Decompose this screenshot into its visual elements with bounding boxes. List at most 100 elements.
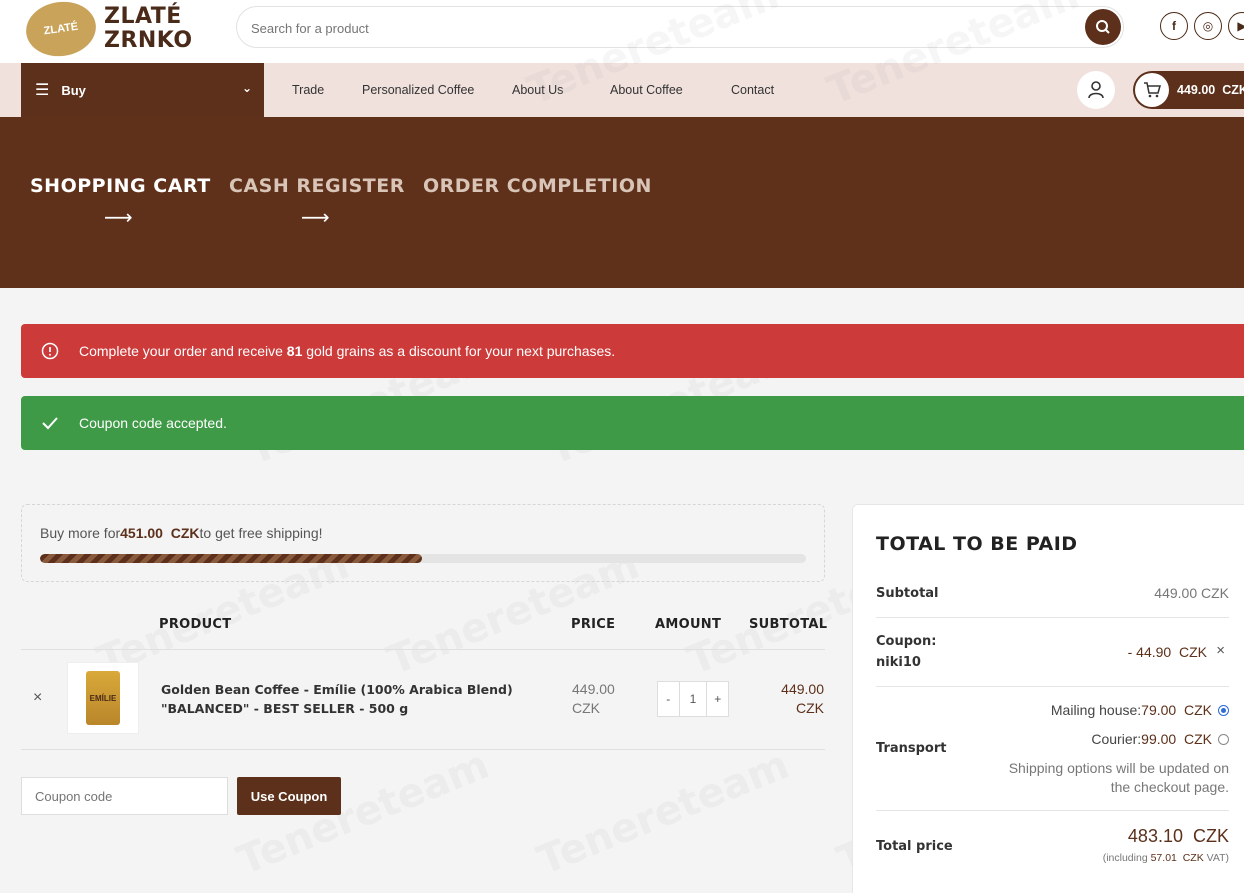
divider <box>21 649 825 650</box>
coupon-label: Coupon: <box>876 634 937 649</box>
free-shipping-prefix: Buy more for <box>40 525 121 541</box>
vat-note: (including 57.01 CZK VAT) <box>1103 852 1229 864</box>
cart-icon <box>1135 73 1169 107</box>
logo-badge-text: ZLATÉ <box>42 20 79 37</box>
free-shipping-text: Buy more for451.00 CZKto get free shippi… <box>40 525 323 541</box>
free-shipping-box: Buy more for451.00 CZKto get free shippi… <box>21 504 825 582</box>
nav-item-trade[interactable]: Trade <box>292 83 324 97</box>
remove-item-button[interactable]: × <box>33 689 42 707</box>
social-links: f ◎ ▶ <box>1160 12 1244 40</box>
item-price: 449.00 CZK <box>572 680 615 718</box>
nav-item-about-coffee[interactable]: About Coffee <box>610 83 683 97</box>
shipping-note: Shipping options will be updated on the … <box>1009 759 1229 797</box>
item-subtotal: 449.00 CZK <box>760 680 824 718</box>
reward-prefix: Complete your order and receive <box>79 343 287 359</box>
watermark: Tenereteam <box>531 741 796 885</box>
column-header-amount: AMOUNT <box>655 617 722 632</box>
youtube-icon[interactable]: ▶ <box>1228 12 1244 40</box>
quantity-increase-button[interactable]: + <box>707 682 728 716</box>
use-coupon-button[interactable]: Use Coupon <box>237 777 341 815</box>
quantity-stepper: - 1 + <box>657 681 729 717</box>
progress-fill <box>40 554 423 563</box>
checkout-steps-banner: SHOPPING CART ⟶ CASH REGISTER ⟶ ORDER CO… <box>0 117 1244 288</box>
remove-coupon-button[interactable]: × <box>1216 642 1225 659</box>
coupon-accepted-text: Coupon code accepted. <box>79 415 227 431</box>
shipping-option-mailing-house[interactable]: Mailing house:79.00 CZK <box>1051 702 1229 718</box>
user-icon <box>1088 81 1104 99</box>
courier-label: Courier: <box>1091 731 1142 747</box>
mailing-house-price: 79.00 <box>1141 702 1177 718</box>
coupon-code: niki10 <box>876 655 921 670</box>
free-shipping-suffix: to get free shipping! <box>199 525 323 541</box>
step-cash-register[interactable]: CASH REGISTER <box>229 175 405 197</box>
main-nav: ☰ Buy ⌄ Trade Personalized Coffee About … <box>0 63 1244 117</box>
account-button[interactable] <box>1077 71 1115 109</box>
divider <box>876 686 1229 687</box>
mailing-house-label: Mailing house: <box>1050 702 1142 718</box>
reward-notice: Complete your order and receive 81 gold … <box>21 324 1244 378</box>
reward-text: Complete your order and receive 81 gold … <box>79 343 615 359</box>
coupon-discount: - 44.90 CZK <box>1128 644 1207 660</box>
search-button[interactable] <box>1085 9 1121 45</box>
search-input[interactable] <box>251 17 1071 39</box>
arrow-right-icon: ⟶ <box>104 207 133 229</box>
column-header-price: PRICE <box>571 617 616 632</box>
vat-suffix: VAT) <box>1206 852 1229 864</box>
item-price-value: 449.00 <box>572 681 615 697</box>
coupon-discount-value: - 44.90 <box>1127 644 1172 660</box>
nav-item-contact[interactable]: Contact <box>731 83 774 97</box>
vat-currency: CZK <box>1182 852 1204 864</box>
total-price-label: Total price <box>876 839 953 854</box>
quantity-decrease-button[interactable]: - <box>658 682 679 716</box>
total-price: 483.10 CZK <box>1128 826 1229 847</box>
column-header-subtotal: SUBTOTAL <box>749 617 828 632</box>
radio-unselected[interactable] <box>1218 733 1229 745</box>
divider <box>876 617 1229 618</box>
vat-prefix: (including <box>1102 852 1148 864</box>
bag-label: EMÍLIE <box>89 693 117 703</box>
reward-amount: 81 <box>286 343 303 359</box>
logo[interactable]: ZLATÉ ZLATÉ ZRNKO <box>22 0 193 61</box>
totals-title: TOTAL TO BE PAID <box>876 533 1078 555</box>
quantity-input[interactable]: 1 <box>678 682 708 716</box>
shipping-option-courier[interactable]: Courier:99.00 CZK <box>1091 731 1229 747</box>
column-header-product: PRODUCT <box>159 617 232 632</box>
product-name-line-2: "BALANCED" - BEST SELLER - 500 g <box>161 701 409 716</box>
step-order-completion: ORDER COMPLETION <box>423 175 652 197</box>
logo-line-1: ZLATÉ <box>104 4 182 29</box>
shipping-note-line-2: the checkout page. <box>1110 779 1229 795</box>
search-bar <box>236 6 1124 48</box>
cart-button[interactable]: 449.00 CZK <box>1133 71 1244 109</box>
buy-menu-button[interactable]: ☰ Buy ⌄ <box>21 63 264 117</box>
total-price-currency: CZK <box>1193 826 1229 846</box>
transport-label: Transport <box>876 741 947 756</box>
radio-selected[interactable] <box>1218 704 1229 716</box>
free-shipping-progress-bar <box>40 554 806 563</box>
facebook-icon[interactable]: f <box>1160 12 1188 40</box>
cart-total-currency: CZK <box>1222 83 1244 97</box>
divider <box>876 810 1229 811</box>
checkmark-icon <box>21 416 79 430</box>
instagram-icon[interactable]: ◎ <box>1194 12 1222 40</box>
search-icon <box>1096 20 1110 34</box>
mailing-house-currency: CZK <box>1184 702 1212 718</box>
free-shipping-currency: CZK <box>170 525 200 541</box>
vat-value: 57.01 <box>1150 852 1177 864</box>
top-header: ZLATÉ ZLATÉ ZRNKO f ◎ ▶ <box>0 0 1244 63</box>
product-name-link[interactable]: Golden Bean Coffee - Emílie (100% Arabic… <box>161 680 531 718</box>
cart-total: 449.00 CZK <box>1177 83 1244 97</box>
nav-item-about-us[interactable]: About Us <box>512 83 563 97</box>
hamburger-icon: ☰ <box>35 82 50 99</box>
step-shopping-cart[interactable]: SHOPPING CART <box>30 175 211 197</box>
total-price-value: 483.10 <box>1127 826 1183 846</box>
coupon-code-input[interactable] <box>21 777 228 815</box>
reward-suffix: gold grains as a discount for your next … <box>302 343 616 359</box>
item-subtotal-currency: CZK <box>796 700 824 716</box>
nav-item-personalized-coffee[interactable]: Personalized Coffee <box>362 83 474 97</box>
cart-total-value: 449.00 <box>1177 83 1216 97</box>
product-thumbnail[interactable]: EMÍLIE <box>67 662 139 734</box>
free-shipping-amount: 451.00 <box>120 525 163 541</box>
coupon-success-notice: Coupon code accepted. <box>21 396 1244 450</box>
arrow-right-icon: ⟶ <box>301 207 330 229</box>
subtotal-label: Subtotal <box>876 586 939 601</box>
